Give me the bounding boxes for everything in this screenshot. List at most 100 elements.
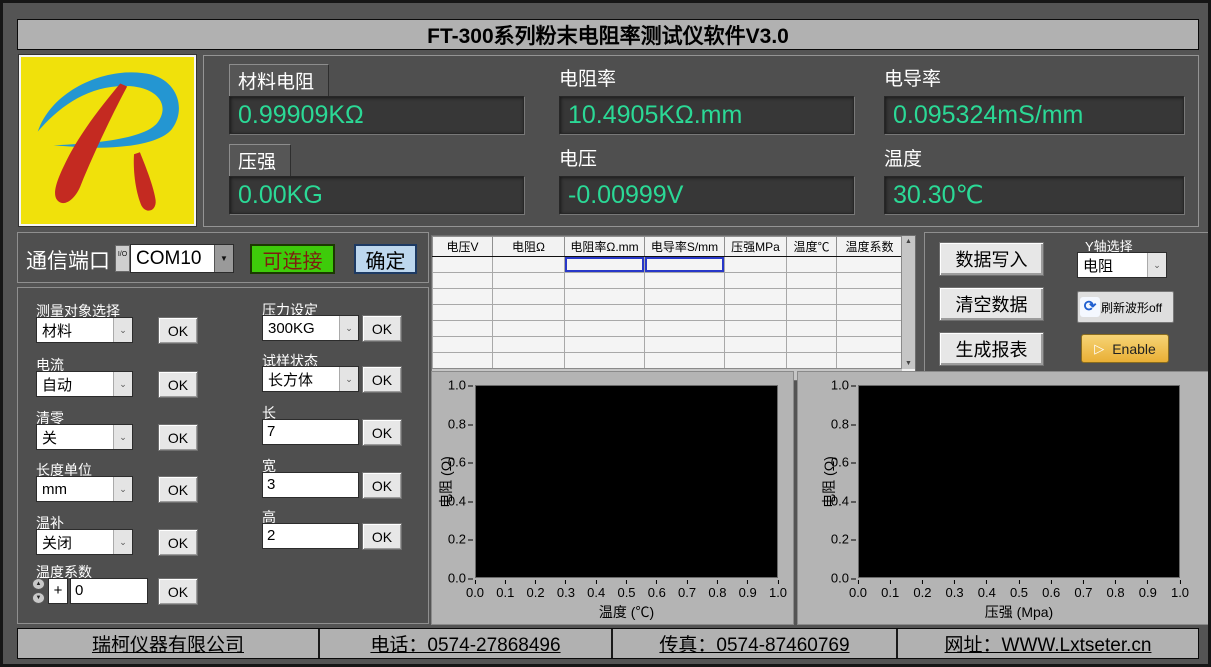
chevron-down-icon[interactable]: ⌄ bbox=[339, 367, 358, 391]
table-cell[interactable] bbox=[565, 353, 645, 369]
pressure-set-ok-button[interactable]: OK bbox=[362, 315, 402, 342]
table-cell[interactable] bbox=[433, 305, 493, 321]
length-unit-ok-button[interactable]: OK bbox=[158, 476, 198, 503]
table-cell[interactable] bbox=[837, 305, 903, 321]
table-cell[interactable] bbox=[837, 353, 903, 369]
zeroing-select[interactable]: 关⌄ bbox=[36, 424, 133, 450]
table-cell[interactable] bbox=[493, 273, 565, 289]
table-cell[interactable] bbox=[725, 257, 787, 273]
connect-status-button[interactable]: 可连接 bbox=[250, 244, 335, 274]
sample-state-select[interactable]: 长方体⌄ bbox=[262, 366, 359, 392]
table-cell[interactable] bbox=[645, 305, 725, 321]
zeroing-ok-button[interactable]: OK bbox=[158, 424, 198, 451]
table-cell[interactable] bbox=[837, 321, 903, 337]
refresh-waveform-button[interactable]: ⟳ 刷新波形off bbox=[1077, 291, 1174, 323]
scroll-up-icon[interactable]: ▲ bbox=[905, 238, 912, 245]
enable-button[interactable]: ▷ Enable bbox=[1081, 334, 1169, 363]
table-cell[interactable] bbox=[787, 305, 837, 321]
temp-coefficient-input[interactable]: 0 bbox=[70, 578, 148, 604]
table-cell[interactable] bbox=[787, 337, 837, 353]
table-cell[interactable] bbox=[565, 321, 645, 337]
table-cell[interactable] bbox=[725, 289, 787, 305]
temp-coefficient-stepper[interactable]: ▲ ▼ bbox=[32, 578, 46, 604]
table-cell[interactable] bbox=[787, 289, 837, 305]
chevron-down-icon[interactable]: ⌄ bbox=[113, 530, 132, 554]
table-cell[interactable] bbox=[837, 337, 903, 353]
table-cell[interactable] bbox=[565, 289, 645, 305]
table-cell[interactable] bbox=[787, 321, 837, 337]
table-column-header[interactable]: 电压V bbox=[433, 237, 493, 257]
table-cell[interactable] bbox=[493, 337, 565, 353]
table-cell[interactable] bbox=[433, 321, 493, 337]
table-column-header[interactable]: 电阻Ω bbox=[493, 237, 565, 257]
table-cell[interactable] bbox=[787, 353, 837, 369]
com-port-select[interactable]: COM10 ▼ bbox=[130, 244, 234, 273]
table-cell[interactable] bbox=[837, 273, 903, 289]
clear-data-button[interactable]: 清空数据 bbox=[939, 287, 1044, 321]
width-input[interactable]: 3 bbox=[262, 472, 359, 498]
measure-object-ok-button[interactable]: OK bbox=[158, 317, 198, 344]
current-ok-button[interactable]: OK bbox=[158, 371, 198, 398]
spin-down-icon[interactable]: ▼ bbox=[32, 592, 45, 604]
table-column-header[interactable]: 电阻率Ω.mm bbox=[565, 237, 645, 257]
generate-report-button[interactable]: 生成报表 bbox=[939, 332, 1044, 366]
y-axis-select[interactable]: 电阻⌄ bbox=[1077, 252, 1167, 278]
table-cell[interactable] bbox=[645, 257, 725, 273]
table-cell[interactable] bbox=[565, 337, 645, 353]
pressure-set-select[interactable]: 300KG⌄ bbox=[262, 315, 359, 341]
table-cell[interactable] bbox=[725, 305, 787, 321]
current-select[interactable]: 自动⌄ bbox=[36, 371, 133, 397]
length-ok-button[interactable]: OK bbox=[362, 419, 402, 446]
chevron-down-icon[interactable]: ⌄ bbox=[113, 425, 132, 449]
table-cell[interactable] bbox=[493, 289, 565, 305]
table-cell[interactable] bbox=[725, 321, 787, 337]
temp-comp-ok-button[interactable]: OK bbox=[158, 529, 198, 556]
temp-comp-select[interactable]: 关闭⌄ bbox=[36, 529, 133, 555]
table-cell[interactable] bbox=[433, 273, 493, 289]
table-cell[interactable] bbox=[645, 289, 725, 305]
table-cell[interactable] bbox=[787, 273, 837, 289]
temp-coefficient-ok-button[interactable]: OK bbox=[158, 578, 198, 605]
table-cell[interactable] bbox=[725, 353, 787, 369]
chevron-down-icon[interactable]: ⌄ bbox=[113, 372, 132, 396]
plot-area[interactable] bbox=[858, 385, 1180, 578]
table-cell[interactable] bbox=[565, 257, 645, 273]
table-cell[interactable] bbox=[493, 321, 565, 337]
table-cell[interactable] bbox=[493, 353, 565, 369]
sample-state-ok-button[interactable]: OK bbox=[362, 366, 402, 393]
measure-object-select[interactable]: 材料⌄ bbox=[36, 317, 133, 343]
write-data-button[interactable]: 数据写入 bbox=[939, 242, 1044, 276]
dropdown-arrow-icon[interactable]: ▼ bbox=[214, 245, 233, 272]
plot-area[interactable] bbox=[475, 385, 778, 578]
table-cell[interactable] bbox=[645, 353, 725, 369]
table-cell[interactable] bbox=[725, 337, 787, 353]
table-cell[interactable] bbox=[725, 273, 787, 289]
confirm-button[interactable]: 确定 bbox=[354, 244, 417, 274]
table-cell[interactable] bbox=[645, 321, 725, 337]
table-column-header[interactable]: 压强MPa bbox=[725, 237, 787, 257]
chevron-down-icon[interactable]: ⌄ bbox=[113, 477, 132, 501]
table-cell[interactable] bbox=[645, 337, 725, 353]
table-cell[interactable] bbox=[433, 257, 493, 273]
table-cell[interactable] bbox=[433, 337, 493, 353]
table-cell[interactable] bbox=[645, 273, 725, 289]
chevron-down-icon[interactable]: ⌄ bbox=[1147, 253, 1166, 277]
table-cell[interactable] bbox=[433, 353, 493, 369]
table-cell[interactable] bbox=[787, 257, 837, 273]
table-cell[interactable] bbox=[565, 273, 645, 289]
table-cell[interactable] bbox=[493, 305, 565, 321]
width-ok-button[interactable]: OK bbox=[362, 472, 402, 499]
chevron-down-icon[interactable]: ⌄ bbox=[113, 318, 132, 342]
scroll-down-icon[interactable]: ▼ bbox=[905, 360, 912, 367]
height-input[interactable]: 2 bbox=[262, 523, 359, 549]
table-cell[interactable] bbox=[493, 257, 565, 273]
table-vertical-scrollbar[interactable]: ▲ ▼ bbox=[901, 236, 915, 369]
length-unit-select[interactable]: mm⌄ bbox=[36, 476, 133, 502]
height-ok-button[interactable]: OK bbox=[362, 523, 402, 550]
table-cell[interactable] bbox=[837, 257, 903, 273]
table-cell[interactable] bbox=[433, 289, 493, 305]
table-column-header[interactable]: 温度系数 bbox=[837, 237, 903, 257]
spin-up-icon[interactable]: ▲ bbox=[32, 578, 45, 590]
table-cell[interactable] bbox=[837, 289, 903, 305]
table-cell[interactable] bbox=[565, 305, 645, 321]
